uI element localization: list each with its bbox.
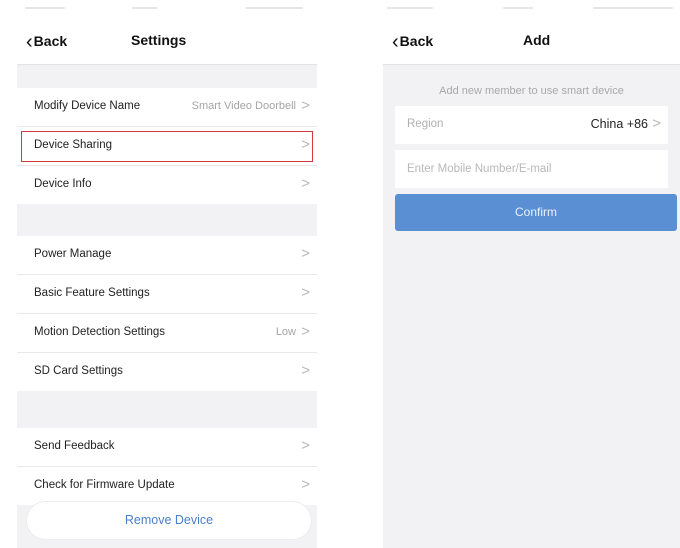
region-label: Region xyxy=(407,118,444,130)
remove-device-button[interactable]: Remove Device xyxy=(27,502,311,539)
back-button[interactable]: ‹Back xyxy=(392,31,433,54)
chevron-right-icon: > xyxy=(301,97,310,114)
add-nav-bar: ‹Back Add xyxy=(383,18,680,65)
chevron-right-icon: > xyxy=(301,323,310,340)
row-label: SD Card Settings xyxy=(34,365,123,377)
add-member-screen: ‹Back Add Add new member to use smart de… xyxy=(383,0,680,548)
basic-feature-settings-row[interactable]: Basic Feature Settings > xyxy=(17,275,317,314)
chevron-right-icon: > xyxy=(301,136,310,153)
settings-nav-bar: ‹Back Settings xyxy=(17,18,317,65)
power-manage-row[interactable]: Power Manage > xyxy=(17,236,317,275)
row-label: Device Info xyxy=(34,178,92,190)
row-label: Modify Device Name xyxy=(34,100,141,112)
chevron-right-icon: > xyxy=(301,245,310,262)
back-button[interactable]: ‹Back xyxy=(26,31,67,54)
row-label: Power Manage xyxy=(34,248,112,260)
confirm-button[interactable]: Confirm xyxy=(395,194,677,231)
sd-card-settings-row[interactable]: SD Card Settings > xyxy=(17,353,317,391)
status-bar xyxy=(17,0,317,18)
chevron-right-icon: > xyxy=(301,284,310,301)
row-label: Device Sharing xyxy=(34,139,112,151)
chevron-right-icon: > xyxy=(652,115,661,132)
mobile-email-input[interactable] xyxy=(407,150,657,188)
back-label: Back xyxy=(33,33,68,49)
chevron-left-icon: ‹ xyxy=(392,31,399,53)
chevron-right-icon: > xyxy=(301,437,310,454)
send-feedback-row[interactable]: Send Feedback > xyxy=(17,428,317,467)
settings-group-features: Power Manage > Basic Feature Settings > … xyxy=(17,236,317,391)
settings-group-support: Send Feedback > Check for Firmware Updat… xyxy=(17,428,317,505)
chevron-right-icon: > xyxy=(301,476,310,493)
chevron-left-icon: ‹ xyxy=(26,31,33,53)
device-info-row[interactable]: Device Info > xyxy=(17,166,317,204)
row-label: Send Feedback xyxy=(34,440,115,452)
settings-screen: ‹Back Settings Modify Device Name Smart … xyxy=(17,0,317,548)
settings-group-device: Modify Device Name Smart Video Doorbell … xyxy=(17,88,317,204)
contact-field-container xyxy=(395,150,668,188)
device-sharing-row[interactable]: Device Sharing > xyxy=(17,127,317,166)
row-label: Check for Firmware Update xyxy=(34,479,175,491)
chevron-right-icon: > xyxy=(301,175,310,192)
region-selector[interactable]: Region China +86 > xyxy=(395,106,668,144)
status-bar xyxy=(383,0,680,18)
region-value: China +86 xyxy=(590,117,648,131)
back-label: Back xyxy=(399,33,434,49)
page-title: Settings xyxy=(131,32,187,48)
add-member-hint: Add new member to use smart device xyxy=(439,85,624,97)
motion-sensitivity-value: Low xyxy=(275,326,296,338)
modify-device-name-row[interactable]: Modify Device Name Smart Video Doorbell … xyxy=(17,88,317,127)
motion-detection-settings-row[interactable]: Motion Detection Settings Low > xyxy=(17,314,317,353)
check-firmware-update-row[interactable]: Check for Firmware Update > xyxy=(17,467,317,505)
page-title: Add xyxy=(523,32,551,48)
chevron-right-icon: > xyxy=(301,362,310,379)
device-name-value: Smart Video Doorbell xyxy=(191,100,296,112)
row-label: Motion Detection Settings xyxy=(34,326,166,338)
row-label: Basic Feature Settings xyxy=(34,287,150,299)
